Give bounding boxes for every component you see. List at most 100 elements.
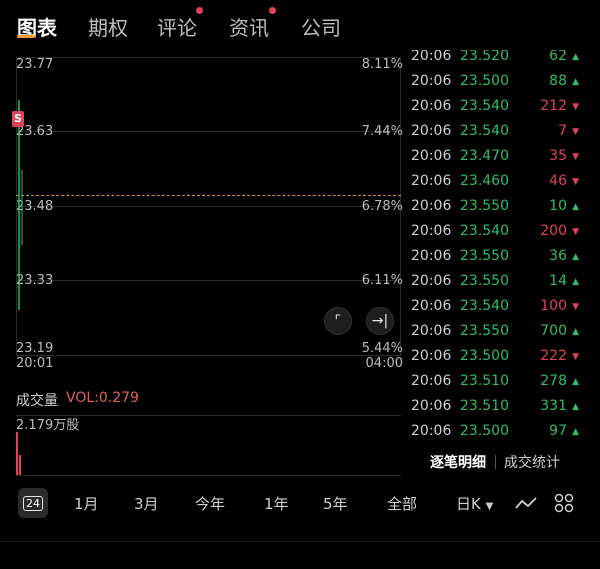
period-1d-button[interactable]: 24 — [18, 488, 48, 518]
tab-trade-stats[interactable]: 成交统计 — [504, 452, 560, 472]
trade-price: 23.500 — [460, 348, 509, 364]
trade-row: 20:06 23.550 700 ▲ — [411, 323, 579, 343]
trade-time: 20:06 — [411, 248, 452, 264]
trade-time: 20:06 — [411, 173, 452, 189]
trade-volume: 331 — [540, 398, 567, 414]
period-3m[interactable]: 3月 — [134, 493, 159, 514]
expand-chart-button[interactable]: ⌜ — [324, 307, 352, 335]
trade-price: 23.460 — [460, 173, 509, 189]
price-axis-label: 23.77 — [16, 57, 54, 72]
trade-price: 23.510 — [460, 373, 509, 389]
trade-row: 20:06 23.510 331 ▲ — [411, 398, 579, 418]
grid-icon — [554, 493, 574, 513]
trade-time: 20:06 — [411, 273, 452, 289]
kline-select-label: 日K — [456, 495, 481, 513]
trade-row: 20:06 23.540 200 ▼ — [411, 223, 579, 243]
percent-axis-label: 6.78% — [361, 199, 403, 214]
trade-volume: 100 — [540, 298, 567, 314]
percent-axis-label: 5.44% — [361, 341, 403, 356]
tab-comments[interactable]: 评论 — [157, 12, 197, 41]
comments-notification-dot — [196, 7, 203, 14]
arrow-up-icon: ▲ — [572, 327, 579, 337]
trade-row: 20:06 23.550 10 ▲ — [411, 198, 579, 218]
period-5y[interactable]: 5年 — [323, 493, 348, 514]
trade-price: 23.500 — [460, 423, 509, 439]
calendar-24-icon: 24 — [23, 495, 43, 511]
line-chart-toggle[interactable] — [514, 494, 538, 516]
arrow-down-icon: ▼ — [572, 102, 579, 112]
tab-trade-detail[interactable]: 逐笔明细 — [430, 452, 486, 472]
arrow-down-icon: ▼ — [572, 227, 579, 237]
trade-row: 20:06 23.500 222 ▼ — [411, 348, 579, 368]
trade-volume: 212 — [540, 98, 567, 114]
trade-volume: 46 — [549, 173, 567, 189]
arrow-down-icon: ▼ — [572, 352, 579, 362]
trade-time: 20:06 — [411, 298, 452, 314]
tab-news[interactable]: 资讯 — [229, 12, 269, 41]
price-axis-label: 23.19 — [16, 341, 54, 356]
chevron-down-icon: ▼ — [485, 501, 494, 512]
percent-axis-label: 7.44% — [361, 124, 403, 139]
line-chart-icon — [515, 497, 537, 509]
trade-price: 23.470 — [460, 148, 509, 164]
period-1y[interactable]: 1年 — [264, 493, 289, 514]
price-line — [18, 100, 23, 310]
kline-select[interactable]: 日K ▼ — [456, 493, 493, 514]
trade-time: 20:06 — [411, 123, 452, 139]
arrow-down-icon: ▼ — [572, 152, 579, 162]
trade-volume: 200 — [540, 223, 567, 239]
volume-bars — [16, 432, 22, 475]
trade-volume: 36 — [549, 248, 567, 264]
period-all[interactable]: 全部 — [387, 493, 417, 514]
trade-time: 20:06 — [411, 223, 452, 239]
trade-row: 20:06 23.540 7 ▼ — [411, 123, 579, 143]
trade-volume: 700 — [540, 323, 567, 339]
trade-price: 23.540 — [460, 223, 509, 239]
arrow-up-icon: ▲ — [572, 77, 579, 87]
trade-row: 20:06 23.500 97 ▲ — [411, 423, 579, 443]
trade-volume: 35 — [549, 148, 567, 164]
trade-time: 20:06 — [411, 73, 452, 89]
trade-price: 23.540 — [460, 298, 509, 314]
arrow-down-icon: ▼ — [572, 127, 579, 137]
grid-line — [16, 475, 401, 476]
trade-price: 23.540 — [460, 123, 509, 139]
time-end-label: 04:00 — [365, 356, 403, 371]
arrow-up-icon: ▲ — [572, 402, 579, 412]
fullscreen-icon: ⌜ — [334, 313, 342, 329]
price-chart[interactable] — [0, 50, 410, 380]
trade-marker-badge[interactable]: S — [12, 111, 24, 127]
arrow-down-icon: ▼ — [572, 177, 579, 187]
trade-row: 20:06 23.550 36 ▲ — [411, 248, 579, 268]
trade-price: 23.550 — [460, 323, 509, 339]
percent-axis-label: 8.11% — [361, 57, 403, 72]
arrow-up-icon: ▲ — [572, 377, 579, 387]
period-ytd[interactable]: 今年 — [195, 493, 225, 514]
volume-axis-label: 2.179万股 — [16, 418, 80, 433]
jump-to-latest-button[interactable]: →| — [366, 307, 394, 335]
active-tab-indicator — [17, 35, 35, 38]
trade-volume: 222 — [540, 348, 567, 364]
period-1m[interactable]: 1月 — [74, 493, 99, 514]
trade-volume: 10 — [549, 198, 567, 214]
trade-volume: 97 — [549, 423, 567, 439]
trade-price: 23.550 — [460, 248, 509, 264]
trade-price: 23.550 — [460, 198, 509, 214]
trade-row-partial: 20:06 23.520 62 ▲ — [411, 50, 579, 64]
trade-volume: 7 — [558, 123, 567, 139]
trade-row: 20:06 23.540 212 ▼ — [411, 98, 579, 118]
trade-row: 20:06 23.540 100 ▼ — [411, 298, 579, 318]
arrow-to-end-icon: →| — [371, 313, 389, 329]
trade-time: 20:06 — [411, 423, 452, 439]
trade-time: 20:06 — [411, 323, 452, 339]
trade-volume: 88 — [549, 73, 567, 89]
trade-time: 20:06 — [411, 398, 452, 414]
grid-view-button[interactable] — [553, 493, 575, 517]
trade-time: 20:06 — [411, 348, 452, 364]
trade-volume: 14 — [549, 273, 567, 289]
arrow-up-icon: ▲ — [572, 277, 579, 287]
tab-company[interactable]: 公司 — [301, 12, 341, 41]
percent-axis-label: 6.11% — [361, 273, 403, 288]
tab-options[interactable]: 期权 — [88, 12, 128, 41]
trade-time: 20:06 — [411, 373, 452, 389]
